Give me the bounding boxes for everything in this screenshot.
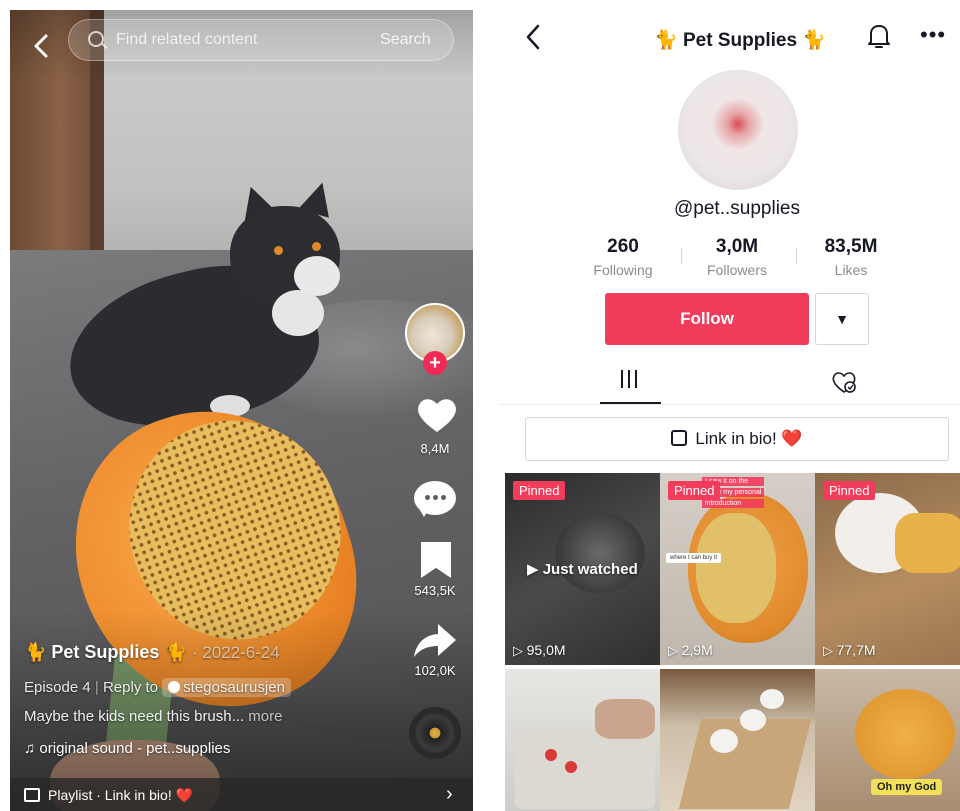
sound-link[interactable]: ♫ original sound - pet..supplies: [24, 740, 230, 757]
stat-following[interactable]: 260 Following: [563, 236, 683, 278]
bell-icon: [868, 25, 890, 48]
pinned-badge: Pinned: [823, 481, 876, 500]
episode-label[interactable]: Episode 4: [24, 679, 91, 696]
back-button[interactable]: [14, 18, 48, 58]
liked-hearts-icon: [832, 372, 856, 393]
stat-followers[interactable]: 3,0M Followers: [677, 236, 797, 278]
stat-likes-label: Likes: [834, 262, 868, 278]
profile-handle: @pet..supplies: [674, 198, 800, 219]
stat-following-label: Following: [593, 262, 653, 278]
profile-avatar[interactable]: [678, 70, 798, 190]
notifications-button[interactable]: [866, 22, 892, 50]
post-date: · 2022-6-24: [191, 643, 280, 662]
follow-plus-button[interactable]: +: [423, 351, 447, 375]
tile-thumbnail-kitten: [710, 729, 738, 753]
chevron-right-icon[interactable]: ›: [446, 783, 453, 806]
tab-liked[interactable]: [830, 370, 858, 396]
like-count: 8,4M: [420, 441, 450, 456]
search-icon: [88, 31, 104, 47]
like-button[interactable]: [416, 396, 458, 436]
caption-sticker: Oh my God: [871, 779, 943, 795]
comment-icon-dot: [441, 495, 446, 500]
chevron-left-icon: [526, 24, 540, 50]
tile-thumbnail: [855, 689, 955, 779]
more-link[interactable]: more: [248, 708, 282, 725]
follow-button[interactable]: Follow: [605, 293, 809, 345]
more-horizontal-icon: •••: [920, 22, 947, 47]
playlist-icon: [671, 430, 688, 446]
bio-link-label: Link in bio!: [695, 429, 777, 448]
author-name[interactable]: 🐈 Pet Supplies 🐈: [24, 642, 187, 662]
view-count: 2,9M: [668, 642, 713, 659]
profile-back-button[interactable]: [522, 22, 544, 58]
heart-emoji: ❤️: [175, 787, 194, 803]
tab-divider: [500, 404, 960, 405]
tile-thumbnail-kitten: [740, 709, 766, 731]
description-text: Maybe the kids need this brush...: [24, 708, 245, 725]
stat-likes-value: 83,5M: [824, 236, 878, 257]
reply-user: stegosaurusjen: [183, 679, 285, 696]
video-author[interactable]: 🐈 Pet Supplies 🐈 · 2022-6-24: [24, 642, 280, 663]
reply-user-chip[interactable]: stegosaurusjen: [162, 678, 291, 697]
music-disc-icon[interactable]: [409, 707, 461, 759]
bio-link-button[interactable]: Link in bio! ❤️: [525, 417, 949, 461]
tile-thumbnail-kitten: [760, 689, 784, 709]
playlist-icon: [24, 788, 40, 802]
video-tile[interactable]: [660, 669, 815, 811]
caret-down-icon: ▼: [835, 311, 849, 327]
stat-followers-label: Followers: [707, 262, 767, 278]
stat-followers-value: 3,0M: [715, 236, 759, 257]
profile-title: 🐈 Pet Supplies 🐈: [654, 30, 826, 51]
tile-thumbnail-hand: [595, 699, 655, 739]
view-count: 95,0M: [513, 642, 566, 659]
cat-eye-left: [274, 246, 283, 255]
comment-icon: [418, 507, 430, 517]
suggested-accounts-button[interactable]: ▼: [815, 293, 869, 345]
video-tile[interactable]: I saw it on the show my personal introdu…: [660, 473, 815, 665]
pinned-badge: Pinned: [513, 481, 566, 500]
video-description[interactable]: Maybe the kids need this brush... more: [24, 708, 282, 725]
share-count: 102,0K: [414, 663, 456, 678]
more-options-button[interactable]: •••: [920, 22, 946, 48]
video-tile[interactable]: [505, 669, 660, 811]
chevron-left-icon: [34, 34, 48, 58]
heart-emoji: ❤️: [781, 429, 803, 448]
tile-thumbnail: [678, 719, 812, 809]
comment-badge-icon: [168, 681, 181, 693]
video-tile[interactable]: Pinned ▶ Just watched 95,0M: [505, 473, 660, 665]
playlist-text: Playlist · Link in bio!: [48, 787, 172, 803]
tile-thumbnail-dot: [565, 761, 577, 773]
save-count: 543,5K: [414, 583, 456, 598]
grid-icon: [621, 370, 639, 388]
heart-icon: [418, 399, 456, 432]
cat-chest: [272, 290, 324, 336]
chat-card: where I can buy it: [666, 553, 722, 563]
comment-icon-dot: [433, 495, 438, 500]
video-tile[interactable]: Pinned 77,7M: [815, 473, 960, 665]
stat-likes: 83,5M Likes: [791, 236, 911, 278]
tile-thumbnail: [515, 729, 655, 809]
share-icon: [414, 624, 456, 657]
video-tile[interactable]: Oh my God: [815, 669, 960, 811]
tile-thumbnail-pad: [696, 513, 776, 623]
view-count: 77,7M: [823, 642, 876, 659]
playlist-label[interactable]: Playlist · Link in bio! ❤️: [48, 787, 193, 804]
just-watched-label: ▶ Just watched: [527, 561, 638, 578]
comment-icon-dot: [425, 495, 430, 500]
episode-line: Episode 4 | Reply to stegosaurusjen: [24, 678, 291, 697]
pinned-badge: Pinned: [668, 481, 721, 500]
share-button[interactable]: [412, 622, 458, 660]
stat-following-value: 260: [607, 236, 639, 257]
just-watched-text: Just watched: [542, 561, 638, 578]
tab-videos[interactable]: [600, 362, 660, 404]
search-button[interactable]: Search: [380, 31, 431, 49]
search-input[interactable]: Find related content: [116, 31, 257, 49]
tile-thumbnail-brush: [895, 513, 960, 573]
overlay-note: introduction: [702, 499, 765, 508]
reply-to-label: Reply to: [102, 679, 158, 696]
tile-thumbnail-dot: [545, 749, 557, 761]
tile-thumbnail: [555, 513, 645, 593]
cat-eye-right: [312, 242, 321, 251]
